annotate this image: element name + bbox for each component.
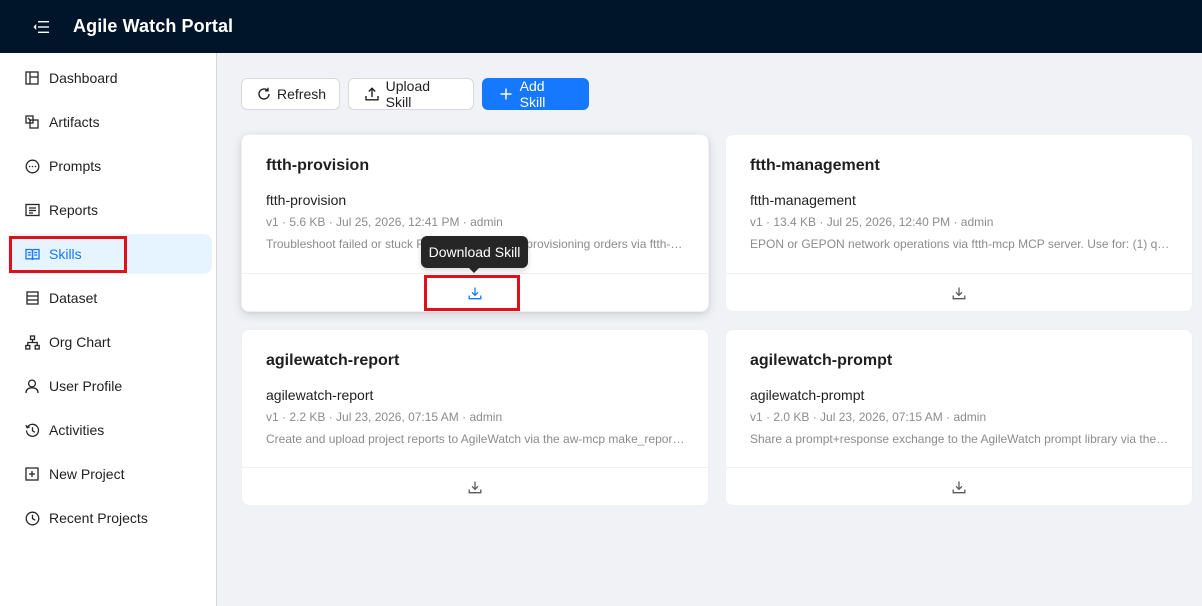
clock-icon	[24, 510, 40, 526]
card-meta: v1 · 13.4 KB · Jul 25, 2026, 12:40 PM · …	[750, 215, 994, 229]
card-title: agilewatch-report	[266, 352, 400, 369]
card-title: agilewatch-prompt	[750, 352, 893, 369]
menu-fold-icon[interactable]	[28, 14, 54, 40]
refresh-button[interactable]: Refresh	[241, 78, 340, 110]
card-description: Share a prompt+response exchange to the …	[750, 432, 1170, 446]
reload-icon	[257, 86, 271, 102]
upload-icon	[364, 86, 380, 102]
sidebar-item-label: Activities	[49, 422, 105, 438]
sidebar-item-prompts[interactable]: Prompts	[8, 146, 212, 186]
sidebar-item-label: User Profile	[49, 378, 123, 394]
sidebar-item-org-chart[interactable]: Org Chart	[8, 322, 212, 362]
sidebar-item-label: Recent Projects	[49, 510, 148, 526]
sidebar-item-recent-projects[interactable]: Recent Projects	[8, 498, 212, 538]
sidebar-item-reports[interactable]: Reports	[8, 190, 212, 230]
sidebar-item-activities[interactable]: Activities	[8, 410, 212, 450]
card-actions	[242, 273, 708, 311]
sidebar-item-skills[interactable]: Skills	[8, 234, 212, 274]
download-skill-tooltip: Download Skill	[421, 236, 528, 268]
sidebar-item-label: New Project	[49, 466, 125, 482]
refresh-label: Refresh	[277, 86, 327, 102]
card-meta: v1 · 2.2 KB · Jul 23, 2026, 07:15 AM · a…	[266, 410, 503, 424]
skill-card-ftth-management[interactable]: ftth-management ftth-management v1 · 13.…	[725, 134, 1193, 312]
sidebar-item-new-project[interactable]: New Project	[8, 454, 212, 494]
upload-skill-label: Upload Skill	[385, 78, 431, 110]
add-skill-label: Add Skill	[519, 78, 546, 110]
plus-square-icon	[24, 466, 40, 482]
sidebar-item-label: Artifacts	[49, 114, 100, 130]
dashboard-icon	[24, 70, 40, 86]
sidebar-item-label: Skills	[49, 246, 82, 262]
sidebar-item-label: Reports	[49, 202, 99, 218]
download-icon[interactable]	[467, 285, 483, 301]
card-actions	[242, 467, 708, 505]
card-actions	[726, 467, 1192, 505]
org-chart-icon	[24, 334, 40, 350]
sidebar-item-artifacts[interactable]: Artifacts	[8, 102, 212, 142]
prompts-icon	[24, 158, 40, 174]
card-actions	[726, 273, 1192, 311]
skill-card-agilewatch-prompt[interactable]: agilewatch-prompt agilewatch-prompt v1 ·…	[725, 329, 1193, 506]
upload-skill-button[interactable]: Upload Skill	[348, 78, 474, 110]
history-icon	[24, 422, 40, 438]
skill-card-agilewatch-report[interactable]: agilewatch-report agilewatch-report v1 ·…	[241, 329, 709, 506]
download-icon[interactable]	[951, 479, 967, 495]
card-name: ftth-provision	[266, 192, 347, 208]
card-description: Create and upload project reports to Agi…	[266, 432, 686, 446]
card-name: agilewatch-prompt	[750, 387, 865, 403]
skill-card-ftth-provision[interactable]: ftth-provision ftth-provision v1 · 5.6 K…	[241, 134, 709, 312]
sidebar-item-dashboard[interactable]: Dashboard	[8, 58, 212, 98]
sidebar-item-label: Prompts	[49, 158, 102, 174]
card-name: agilewatch-report	[266, 387, 374, 403]
card-meta: v1 · 2.0 KB · Jul 23, 2026, 07:15 AM · a…	[750, 410, 987, 424]
user-icon	[24, 378, 40, 394]
app-header: Agile Watch Portal	[0, 0, 1202, 53]
sidebar-item-label: Dataset	[49, 290, 98, 306]
sidebar-item-user-profile[interactable]: User Profile	[8, 366, 212, 406]
card-name: ftth-management	[750, 192, 856, 208]
download-icon[interactable]	[951, 285, 967, 301]
card-title: ftth-provision	[266, 157, 370, 174]
dataset-icon	[24, 290, 40, 306]
app-title: Agile Watch Portal	[73, 16, 234, 36]
download-icon[interactable]	[467, 479, 483, 495]
card-title: ftth-management	[750, 157, 880, 174]
sidebar: Dashboard Artifacts Prompts Reports Skil…	[0, 53, 217, 606]
card-meta: v1 · 5.6 KB · Jul 25, 2026, 12:41 PM · a…	[266, 215, 503, 229]
plus-icon	[498, 86, 514, 102]
artifacts-icon	[24, 114, 40, 130]
card-description: EPON or GEPON network operations via ftt…	[750, 237, 1170, 251]
sidebar-item-label: Org Chart	[49, 334, 111, 350]
reports-icon	[24, 202, 40, 218]
skills-icon	[24, 246, 40, 262]
tooltip-arrow	[468, 267, 480, 273]
add-skill-button[interactable]: Add Skill	[482, 78, 589, 110]
sidebar-item-dataset[interactable]: Dataset	[8, 278, 212, 318]
sidebar-item-label: Dashboard	[49, 70, 118, 86]
